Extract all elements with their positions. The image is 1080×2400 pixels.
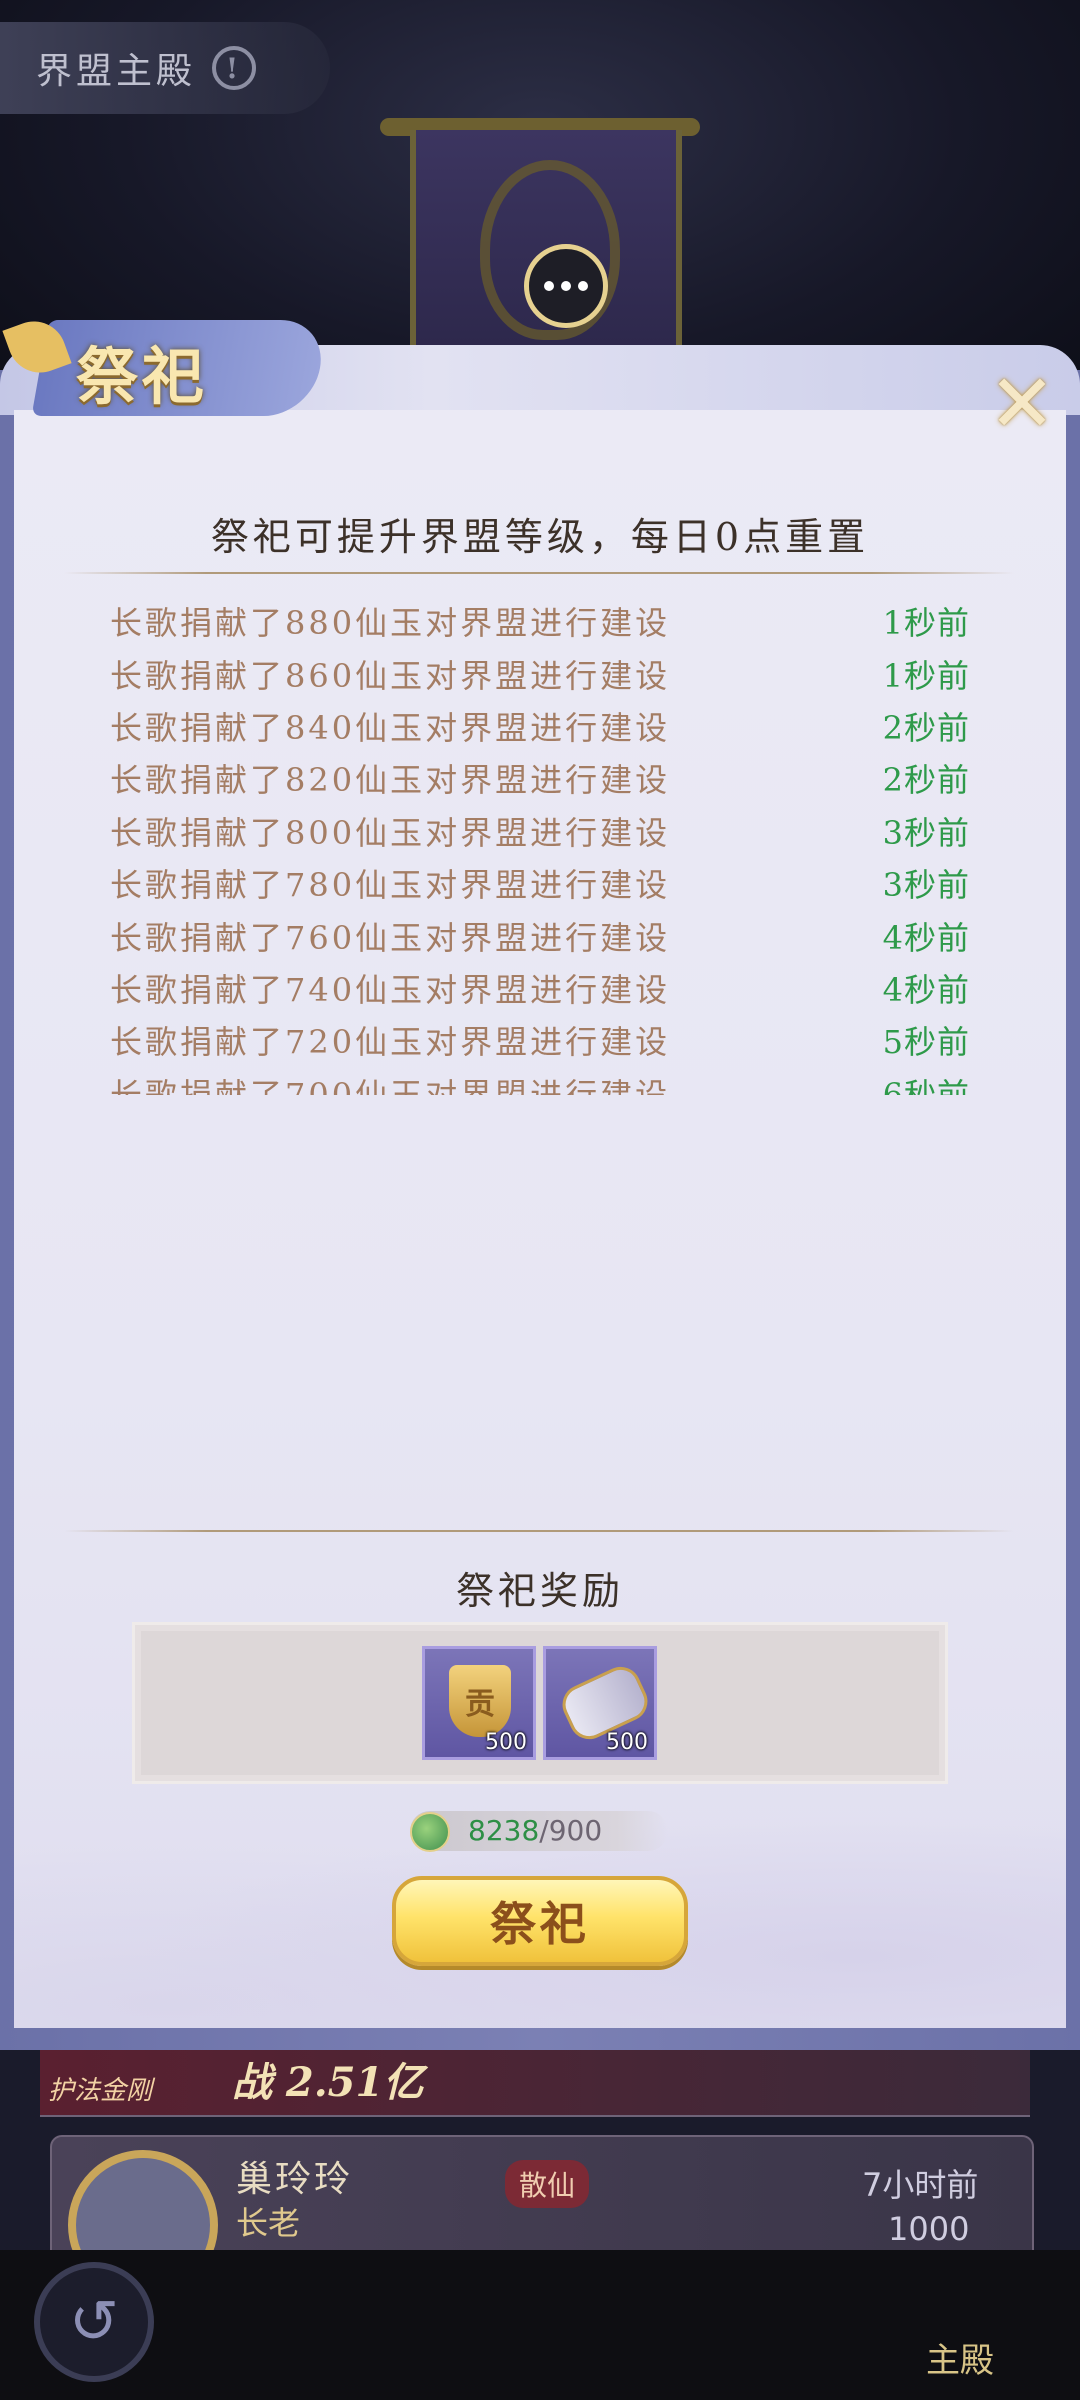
member-time: 7小时前	[862, 2166, 979, 2204]
log-text: 长歌捐献了840仙玉对界盟进行建设	[110, 708, 671, 747]
log-text: 长歌捐献了720仙玉对界盟进行建设	[110, 1023, 671, 1062]
member-role: 长老	[236, 2204, 301, 2242]
jade-currency-icon	[410, 1812, 450, 1852]
log-text: 长歌捐献了860仙玉对界盟进行建设	[110, 656, 671, 695]
log-text: 长歌捐献了800仙玉对界盟进行建设	[110, 813, 671, 852]
sacrifice-dialog: 祭祀 ✕ 祭祀可提升界盟等级，每日0点重置 长歌捐献了880仙玉对界盟进行建设 1…	[0, 312, 1080, 2050]
member-amount: 1000	[888, 2210, 970, 2248]
log-time: 6秒前	[882, 1075, 970, 1095]
log-time: 2秒前	[882, 708, 970, 747]
log-time: 4秒前	[882, 918, 970, 957]
power-strip	[40, 2045, 1030, 2117]
reward-count: 500	[606, 1730, 648, 1755]
reward-item-scroll[interactable]: 500	[543, 1646, 657, 1760]
log-row: 长歌捐献了780仙玉对界盟进行建设 3秒前	[110, 857, 970, 909]
log-row: 长歌捐献了760仙玉对界盟进行建设 4秒前	[110, 909, 970, 961]
resource-separator: /	[539, 1814, 549, 1847]
chat-dot-icon	[544, 281, 554, 291]
power-value: 战 2.51亿	[232, 2059, 424, 2106]
divider	[64, 1530, 1014, 1532]
resource-need: 900	[548, 1814, 603, 1847]
chat-button[interactable]	[524, 244, 608, 328]
log-row: 长歌捐献了860仙玉对界盟进行建设 1秒前	[110, 647, 970, 699]
member-name: 巢玲玲	[236, 2159, 354, 2200]
log-text: 长歌捐献了880仙玉对界盟进行建设	[110, 604, 671, 643]
reward-item-contribution[interactable]: 贡 500	[422, 1646, 536, 1760]
log-time: 5秒前	[882, 1023, 970, 1062]
swirl-icon: ↺	[68, 2287, 120, 2357]
donation-log-list[interactable]: 长歌捐献了880仙玉对界盟进行建设 1秒前 长歌捐献了860仙玉对界盟进行建设 1秒前…	[110, 595, 970, 1095]
log-row: 长歌捐献了840仙玉对界盟进行建设 2秒前	[110, 700, 970, 752]
reward-box	[132, 1622, 948, 1784]
hall-title: 界盟主殿	[36, 51, 197, 92]
log-row: 长歌捐献了720仙玉对界盟进行建设 5秒前	[110, 1014, 970, 1066]
divider	[64, 572, 1014, 574]
chat-dot-icon	[578, 281, 588, 291]
log-time: 3秒前	[882, 813, 970, 852]
log-row: 长歌捐献了740仙玉对界盟进行建设 4秒前	[110, 962, 970, 1014]
power-label: 护法金刚	[48, 2076, 153, 2106]
hall-title-bar: 界盟主殿 !	[0, 22, 330, 114]
log-time: 3秒前	[882, 866, 970, 905]
dialog-title-ribbon: 祭祀	[2, 280, 340, 430]
resource-count: 8238/900	[468, 1814, 602, 1847]
log-row: 长歌捐献了820仙玉对界盟进行建设 2秒前	[110, 752, 970, 804]
resource-have: 8238	[468, 1814, 540, 1847]
log-row: 长歌捐献了800仙玉对界盟进行建设 3秒前	[110, 805, 970, 857]
log-text: 长歌捐献了760仙玉对界盟进行建设	[110, 918, 671, 957]
log-text: 长歌捐献了700仙玉对界盟进行建设	[110, 1075, 671, 1095]
notice-text: 祭祀可提升界盟等级，每日0点重置	[210, 515, 870, 559]
info-icon[interactable]: !	[212, 46, 257, 90]
nav-main-hall[interactable]: 主殿	[880, 2260, 1040, 2390]
log-row: 长歌捐献了700仙玉对界盟进行建设 6秒前	[110, 1067, 970, 1095]
contribution-badge-icon: 贡	[449, 1665, 511, 1737]
log-time: 1秒前	[882, 604, 970, 643]
log-time: 1秒前	[882, 656, 970, 695]
close-icon: ✕	[988, 357, 1056, 450]
log-text: 长歌捐献了820仙玉对界盟进行建设	[110, 761, 671, 800]
close-button[interactable]: ✕	[982, 364, 1062, 444]
log-row: 长歌捐献了880仙玉对界盟进行建设 1秒前	[110, 595, 970, 647]
dialog-title: 祭祀	[76, 340, 209, 413]
back-button[interactable]: ↺	[34, 2262, 154, 2382]
reward-title: 祭祀奖励	[455, 1569, 624, 1613]
chat-dot-icon	[561, 281, 571, 291]
log-time: 2秒前	[882, 761, 970, 800]
reward-count: 500	[485, 1730, 527, 1755]
log-time: 4秒前	[882, 970, 970, 1009]
sacrifice-button[interactable]: 祭祀	[392, 1876, 688, 1966]
log-text: 长歌捐献了740仙玉对界盟进行建设	[110, 970, 671, 1009]
member-tag: 散仙	[505, 2160, 590, 2208]
log-text: 长歌捐献了780仙玉对界盟进行建设	[110, 866, 671, 905]
